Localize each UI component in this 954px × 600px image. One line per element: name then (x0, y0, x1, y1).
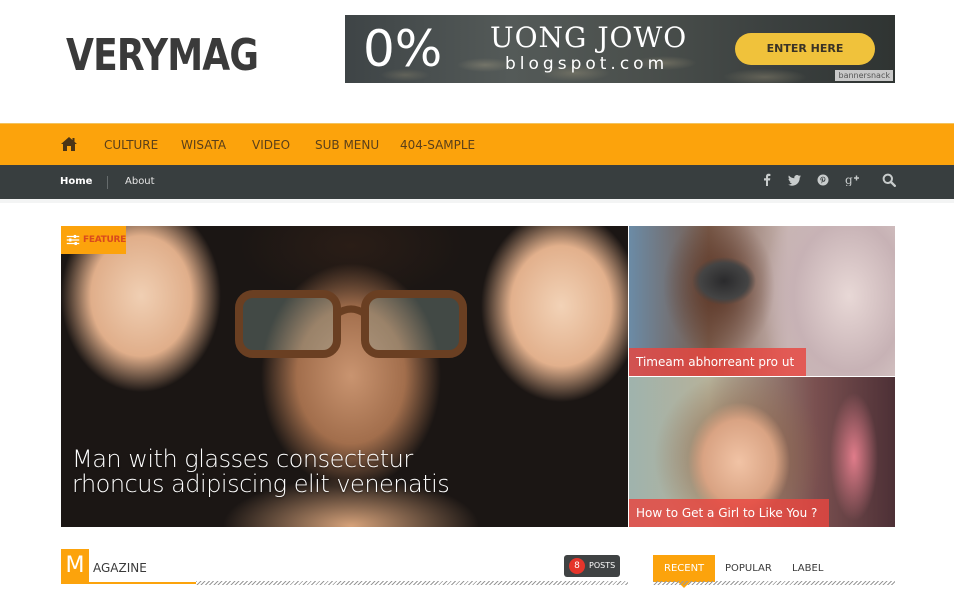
tabs-divider (653, 581, 895, 585)
ad-subtitle: blogspot.com (505, 54, 669, 74)
posts-count: 8 (569, 558, 585, 574)
ad-banner[interactable]: 0% UONG JOWO blogspot.com ENTER HERE ban… (345, 15, 895, 83)
pinterest-icon[interactable] (814, 173, 832, 191)
featured-main-title[interactable]: Man with glasses consectetur rhoncus adi… (72, 447, 492, 497)
nav-item-culture[interactable]: CULTURE (104, 124, 158, 166)
ad-brand-label: bannersnack (835, 70, 893, 81)
home-icon[interactable] (60, 136, 78, 152)
search-icon[interactable] (880, 173, 898, 191)
heading-initial: M (61, 549, 89, 583)
site-logo[interactable]: VERYMAG (66, 28, 259, 84)
heading-text: AGAZINE (93, 561, 147, 575)
posts-label: POSTS (589, 561, 616, 570)
nav-item-sub-menu[interactable]: SUB MENU (315, 124, 379, 166)
nav-item-wisata[interactable]: WISATA (181, 124, 226, 166)
heading-divider (196, 581, 628, 585)
tab-label[interactable]: LABEL (792, 555, 823, 582)
nav-shadow (0, 199, 954, 203)
nav-divider (107, 176, 108, 189)
side-post-title[interactable]: How to Get a Girl to Like You ? (629, 499, 830, 527)
facebook-icon[interactable] (758, 173, 776, 191)
posts-count-badge[interactable]: 8 POSTS (564, 555, 620, 577)
nav-item-404-sample[interactable]: 404-SAMPLE (400, 124, 475, 166)
featured-image (235, 290, 467, 358)
tab-recent[interactable]: RECENT (653, 555, 716, 588)
google-plus-icon[interactable]: g (843, 173, 861, 191)
ad-enter-button[interactable]: ENTER HERE (735, 33, 875, 65)
sliders-icon (66, 234, 80, 246)
magazine-section-heading: M AGAZINE (61, 549, 628, 589)
sub-nav-home[interactable]: Home (60, 165, 92, 199)
nav-item-video[interactable]: VIDEO (252, 124, 290, 166)
side-post-title[interactable]: Timeam abhorreant pro ut (629, 348, 807, 376)
feature-badge[interactable]: FEATURE (61, 226, 126, 254)
tab-popular[interactable]: POPULAR (725, 555, 772, 582)
ad-headline: 0% (363, 20, 443, 78)
featured-side-post[interactable]: Timeam abhorreant pro ut (629, 226, 895, 376)
heading-underline (61, 582, 196, 584)
twitter-icon[interactable] (785, 173, 803, 191)
featured-side-post[interactable]: How to Get a Girl to Like You ? (629, 377, 895, 527)
secondary-navigation: Home About g (0, 165, 954, 199)
ad-title: UONG JOWO (490, 21, 688, 54)
sub-nav-about[interactable]: About (125, 165, 155, 199)
main-navigation: CULTURE WISATA VIDEO SUB MENU 404-SAMPLE (0, 123, 954, 166)
feature-badge-label: FEATURE (83, 235, 126, 245)
svg-text:g: g (845, 173, 853, 186)
